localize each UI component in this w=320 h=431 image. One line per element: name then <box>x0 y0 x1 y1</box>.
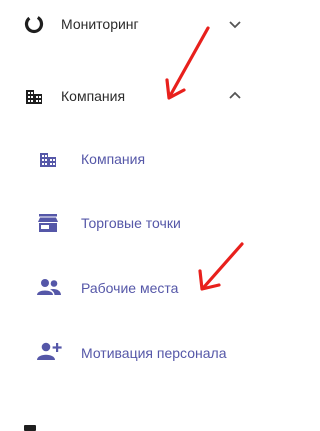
submenu-item-motivation[interactable]: Мотивация персонала <box>0 332 261 372</box>
next-item-icon-partial <box>24 425 36 431</box>
submenu-item-label: Рабочие места <box>81 280 179 296</box>
building-icon <box>26 90 42 104</box>
submenu-item-label: Мотивация персонала <box>81 345 227 361</box>
store-icon <box>38 214 58 232</box>
submenu-item-stores[interactable]: Торговые точки <box>0 203 261 243</box>
nav-item-company[interactable]: Компания <box>0 76 261 116</box>
submenu-item-label: Компания <box>81 151 146 167</box>
building-icon <box>40 153 56 167</box>
nav-item-label: Мониторинг <box>61 16 139 32</box>
monitoring-ring-icon <box>24 14 44 34</box>
chevron-up-icon[interactable] <box>227 88 243 104</box>
person-add-icon <box>37 342 62 360</box>
submenu-item-label: Торговые точки <box>81 215 181 231</box>
submenu-item-company[interactable]: Компания <box>0 139 261 179</box>
people-icon <box>37 279 61 295</box>
chevron-down-icon[interactable] <box>227 16 243 32</box>
nav-item-label: Компания <box>61 88 126 104</box>
nav-item-monitoring[interactable]: Мониторинг <box>0 4 261 44</box>
submenu-item-workplaces[interactable]: Рабочие места <box>0 268 261 308</box>
